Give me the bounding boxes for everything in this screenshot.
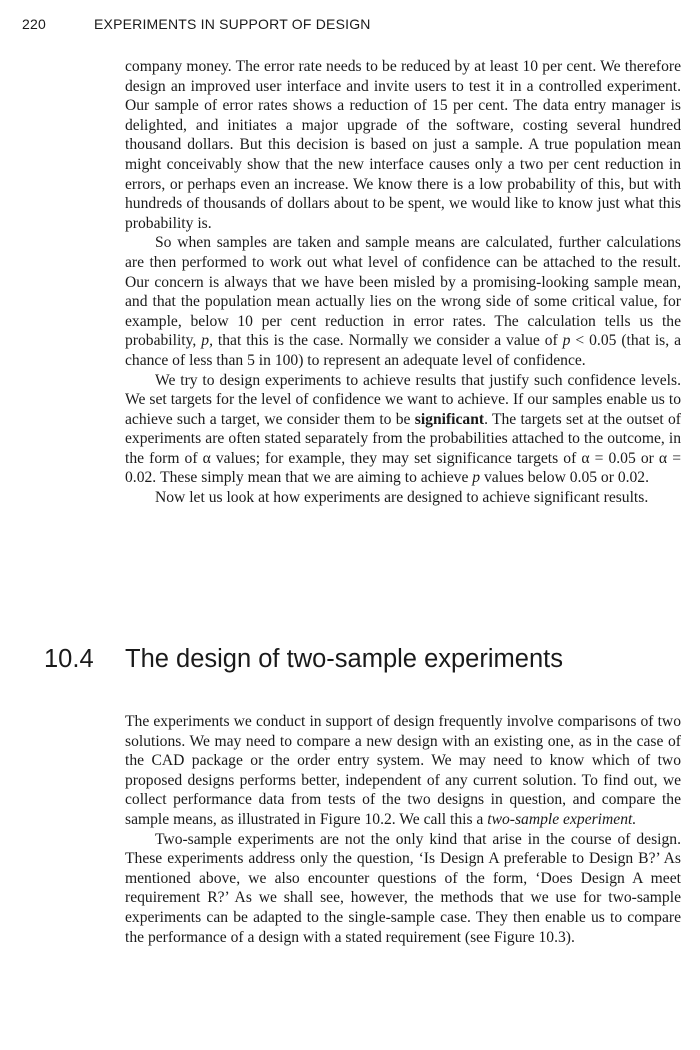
body-text-top: company money. The error rate needs to b… [125,57,681,508]
paragraph-5: The experiments we conduct in support of… [125,712,681,830]
body-text-bottom: The experiments we conduct in support of… [125,712,681,947]
section-number: 10.4 [44,645,94,673]
variable-p: p, [201,332,213,350]
paragraph-4: Now let us look at how experiments are d… [125,488,681,508]
paragraph-2: So when samples are taken and sample mea… [125,233,681,370]
key-term: significant [414,410,485,428]
key-term: two-sample experiment. [487,810,637,828]
paragraph-text: val­ues below 0.05 or 0.02. [484,469,650,487]
paragraph-text: Two-sample experiments are not the only … [125,830,681,946]
running-header: 220 EXPERIMENTS IN SUPPORT OF DESIGN [22,16,678,32]
paragraph-6: Two-sample experiments are not the only … [125,830,681,948]
variable-p: p [562,332,571,350]
paragraph-text: company money. The error rate needs to b… [125,58,681,232]
section-title: The design of two-sample experiments [125,645,563,673]
paragraph-text: Now let us look at how experiments are d… [155,489,649,507]
section-heading: 10.4 The design of two-sample experiments [44,645,680,674]
paragraph-text: that this is the case. Normally we consi… [217,332,558,350]
variable-p: p [472,469,481,487]
paragraph-1: company money. The error rate needs to b… [125,57,681,233]
running-title: EXPERIMENTS IN SUPPORT OF DESIGN [94,16,371,32]
page-number: 220 [22,16,46,32]
paragraph-3: We try to design experiments to achieve … [125,371,681,489]
